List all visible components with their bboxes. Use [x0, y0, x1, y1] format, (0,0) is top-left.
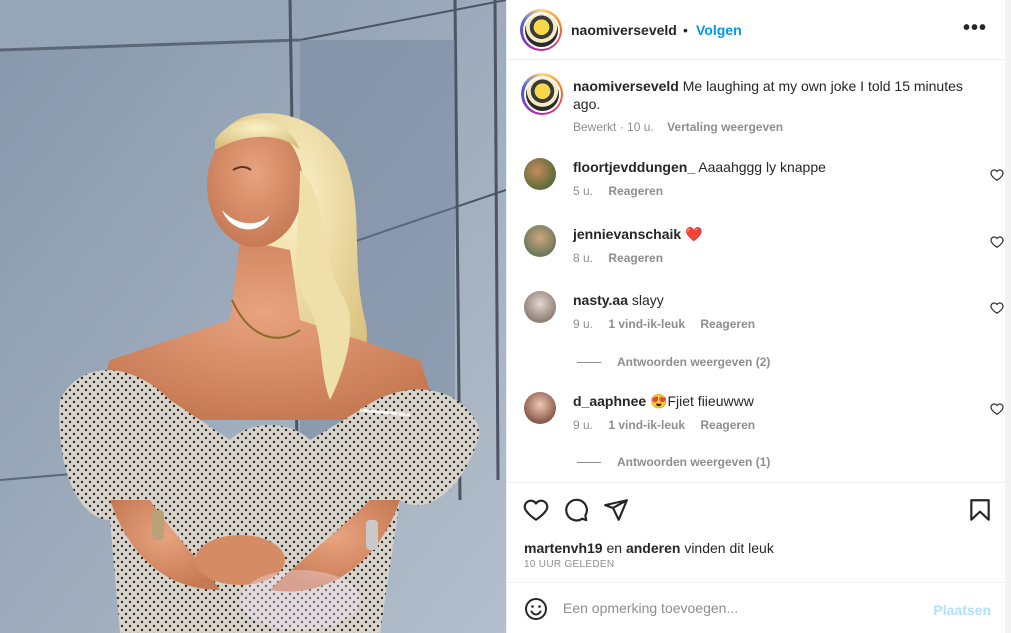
- send-icon[interactable]: [603, 497, 629, 523]
- reply-button[interactable]: Reageren: [608, 184, 663, 198]
- post-timestamp[interactable]: 10 UUR GELEDEN: [524, 559, 614, 570]
- view-replies-button[interactable]: Antwoorden weergeven (2): [577, 355, 770, 369]
- post-header: naomiverseveld • Volgen •••: [507, 0, 1007, 60]
- more-options-icon[interactable]: •••: [963, 18, 987, 38]
- view-replies-label[interactable]: Antwoorden weergeven (2): [617, 355, 770, 369]
- comment-like-icon[interactable]: [990, 235, 1004, 249]
- comment-likes-count[interactable]: 1 vind-ik-leuk: [608, 317, 685, 331]
- comment-text: d_aaphnee 😍Fjiet fiieuwww: [573, 392, 973, 410]
- commenter-avatar[interactable]: [524, 158, 556, 190]
- comment-username[interactable]: nasty.aa: [573, 292, 628, 308]
- commenter-avatar[interactable]: [524, 225, 556, 257]
- follow-button[interactable]: Volgen: [696, 22, 742, 38]
- comment-time: 8 u.: [573, 251, 594, 265]
- caption-username[interactable]: naomiverseveld: [573, 78, 679, 94]
- comment-text: jennievanschaik ❤️: [573, 225, 973, 243]
- reply-button[interactable]: Reageren: [700, 317, 755, 331]
- translate-link[interactable]: Vertaling weergeven: [667, 120, 783, 134]
- post-actions: martenvh19 en anderen vinden dit leuk 10…: [507, 482, 1007, 582]
- commenter-avatar[interactable]: [524, 291, 556, 323]
- comment-like-icon[interactable]: [990, 402, 1004, 416]
- comment-meta: 5 u. Reageren: [573, 184, 675, 198]
- commenter-avatar[interactable]: [524, 392, 556, 424]
- scrollbar[interactable]: [1005, 0, 1011, 633]
- caption-text: naomiverseveld Me laughing at my own jok…: [573, 77, 983, 113]
- liker-username[interactable]: martenvh19: [524, 540, 603, 556]
- post-photo[interactable]: [0, 0, 506, 633]
- likes-middle: en: [606, 540, 623, 556]
- comment-like-icon[interactable]: [990, 168, 1004, 182]
- replies-divider: [577, 461, 601, 463]
- replies-divider: [577, 361, 601, 363]
- caption-meta: Bewerkt · 10 u. Vertaling weergeven: [573, 120, 784, 134]
- photo-illustration: [0, 0, 506, 633]
- caption-time: 10 u.: [627, 120, 654, 134]
- comment-text: floortjevddungen_ Aaaahggg ly knappe: [573, 158, 973, 176]
- reply-button[interactable]: Reageren: [700, 418, 755, 432]
- comment-username[interactable]: d_aaphnee: [573, 393, 646, 409]
- post-dialog: naomiverseveld • Volgen ••• naomiverseve…: [0, 0, 1011, 633]
- author-avatar[interactable]: [520, 9, 562, 51]
- comment-body: slayy: [631, 292, 664, 308]
- comment-meta: 9 u. 1 vind-ik-leuk Reageren: [573, 418, 767, 432]
- comment-body: ❤️: [685, 226, 703, 242]
- header-separator: •: [683, 22, 688, 38]
- add-comment-bar: Plaatsen: [507, 582, 1007, 633]
- comment-time: 9 u.: [573, 418, 594, 432]
- post-side-panel: naomiverseveld • Volgen ••• naomiverseve…: [506, 0, 1011, 633]
- comment-likes-count[interactable]: 1 vind-ik-leuk: [608, 418, 685, 432]
- post-comment-button[interactable]: Plaatsen: [933, 602, 991, 618]
- comment-time: 9 u.: [573, 317, 594, 331]
- comment-icon[interactable]: [563, 497, 589, 523]
- smiley-icon[interactable]: [524, 597, 548, 621]
- others-link[interactable]: anderen: [626, 540, 680, 556]
- bookmark-icon[interactable]: [967, 497, 993, 523]
- caption-avatar[interactable]: [521, 73, 563, 115]
- edited-label: Bewerkt: [573, 120, 617, 134]
- view-replies-button[interactable]: Antwoorden weergeven (1): [577, 455, 770, 469]
- comment-text: nasty.aa slayy: [573, 291, 973, 309]
- comment-username[interactable]: jennievanschaik: [573, 226, 681, 242]
- comment-input[interactable]: [563, 595, 923, 621]
- likes-summary: martenvh19 en anderen vinden dit leuk: [524, 540, 774, 556]
- comment-meta: 9 u. 1 vind-ik-leuk Reageren: [573, 317, 767, 331]
- reply-button[interactable]: Reageren: [608, 251, 663, 265]
- author-username[interactable]: naomiverseveld: [571, 22, 677, 38]
- comment-body: Aaaahggg ly knappe: [698, 159, 826, 175]
- heart-icon[interactable]: [523, 497, 549, 523]
- likes-suffix: vinden dit leuk: [684, 540, 774, 556]
- view-replies-label[interactable]: Antwoorden weergeven (1): [617, 455, 770, 469]
- comment-time: 5 u.: [573, 184, 594, 198]
- comment-username[interactable]: floortjevddungen_: [573, 159, 695, 175]
- comment-body: 😍Fjiet fiieuwww: [650, 393, 754, 409]
- comment-meta: 8 u. Reageren: [573, 251, 675, 265]
- comments-list[interactable]: naomiverseveld Me laughing at my own jok…: [507, 61, 1007, 482]
- comment-like-icon[interactable]: [990, 301, 1004, 315]
